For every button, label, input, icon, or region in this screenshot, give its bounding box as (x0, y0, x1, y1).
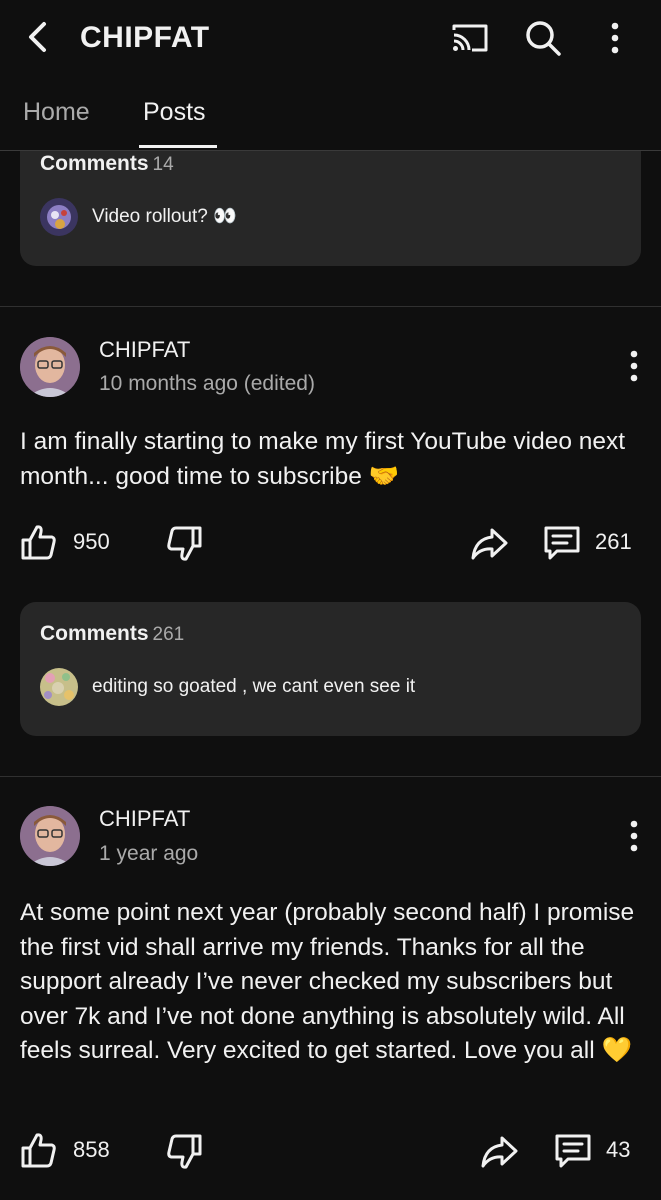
top-comment-text: Video rollout? 👀 (92, 206, 237, 227)
post-divider (0, 306, 661, 307)
share-icon[interactable] (470, 525, 508, 563)
comments-count: 261 (152, 624, 185, 645)
dislike-icon[interactable] (165, 1133, 203, 1171)
post-time: 1 year ago (99, 842, 199, 865)
top-app-bar: CHIPFAT (0, 0, 661, 76)
comment-count: 43 (606, 1137, 631, 1162)
back-arrow-icon[interactable] (18, 18, 58, 58)
post-time: 10 months ago (edited) (99, 372, 315, 395)
post-divider (0, 776, 661, 777)
like-icon[interactable] (20, 523, 58, 561)
comment-icon[interactable] (554, 1132, 592, 1170)
share-icon[interactable] (480, 1133, 518, 1171)
comments-count: 14 (152, 154, 174, 175)
comments-label: Comments (40, 622, 149, 645)
post-author[interactable]: CHIPFAT (99, 805, 190, 833)
post-text: I am finally starting to make my first Y… (20, 428, 626, 490)
comments-label: Comments (40, 152, 149, 175)
post-author[interactable]: CHIPFAT (99, 336, 190, 364)
channel-tabs: Home Posts (0, 76, 661, 151)
dislike-icon[interactable] (165, 525, 203, 563)
like-icon[interactable] (20, 1131, 58, 1169)
like-count: 858 (73, 1137, 110, 1162)
author-avatar[interactable] (20, 806, 80, 866)
comments-header: Comments 14 (40, 151, 174, 178)
post-text: At some point next year (probably second… (20, 899, 635, 1064)
channel-title: CHIPFAT (80, 21, 210, 54)
comments-box[interactable]: Comments 261 editing so goated , we cant … (20, 602, 641, 736)
comment-count: 261 (595, 529, 632, 554)
comments-box[interactable]: Comments 14 Video rollout? 👀 (20, 151, 641, 266)
comments-header: Comments 261 (40, 621, 184, 648)
like-count: 950 (73, 529, 110, 554)
post-more-icon[interactable] (622, 818, 646, 854)
selected-tab-indicator (139, 145, 217, 148)
commenter-avatar[interactable] (40, 668, 78, 706)
tab-home[interactable]: Home (23, 96, 90, 128)
comment-icon[interactable] (543, 524, 581, 562)
top-comment-text: editing so goated , we cant even see it (92, 676, 416, 697)
cast-icon[interactable] (448, 16, 492, 60)
search-icon[interactable] (521, 16, 565, 60)
more-vertical-icon[interactable] (593, 16, 637, 60)
post-more-icon[interactable] (622, 348, 646, 384)
commenter-avatar[interactable] (40, 198, 78, 236)
tab-posts[interactable]: Posts (143, 96, 206, 128)
author-avatar[interactable] (20, 337, 80, 397)
